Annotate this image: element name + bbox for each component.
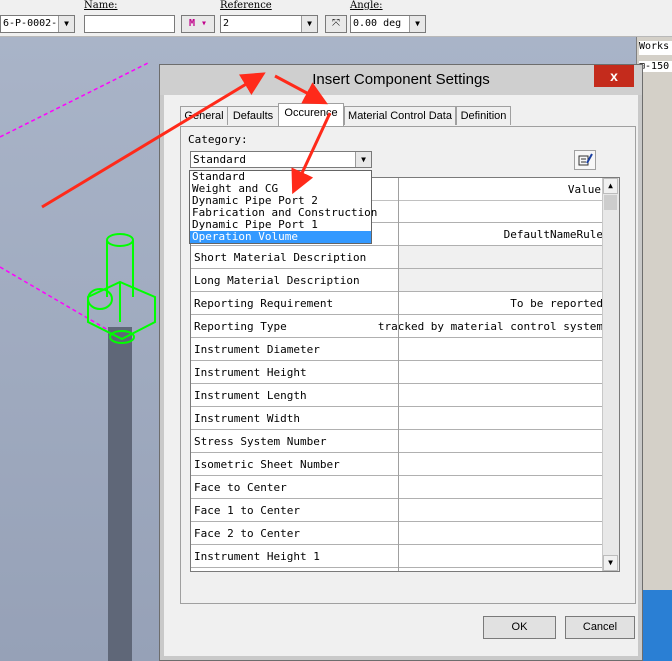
chevron-down-icon[interactable]: ▼: [409, 16, 425, 32]
property-name: Instrument Height: [194, 366, 307, 379]
dropdown-option[interactable]: Operation Volume: [190, 231, 371, 243]
property-name: Face 2 to Center: [194, 527, 300, 540]
workspace-item[interactable]: ⊟-150: [639, 61, 672, 72]
property-name: Instrument Height 1: [194, 550, 320, 563]
chevron-down-icon[interactable]: ▼: [58, 16, 74, 32]
angle-label: Angle:: [350, 0, 383, 11]
guide-line: [0, 266, 121, 338]
tab-general[interactable]: General: [180, 106, 228, 125]
workspace-item-label: 150: [651, 61, 670, 72]
tab-material-control-data[interactable]: Material Control Data: [344, 106, 456, 125]
dialog-titlebar[interactable]: Insert Component Settings x: [160, 65, 642, 95]
grid-scrollbar[interactable]: ▲ ▼: [602, 178, 619, 571]
workspace-title: Works: [639, 41, 672, 55]
close-button[interactable]: x: [594, 65, 634, 87]
pipe-id-combo[interactable]: 6-P-0002-1 ▼: [0, 15, 75, 33]
property-value[interactable]: DefaultNameRule: [504, 228, 603, 241]
chevron-down-icon[interactable]: ▼: [355, 152, 371, 167]
column-separator[interactable]: [398, 178, 399, 571]
edit-properties-icon[interactable]: [574, 150, 596, 170]
ok-button[interactable]: OK: [483, 616, 556, 639]
category-dropdown-list: Standard Weight and CG Dynamic Pipe Port 2…: [189, 170, 377, 244]
scroll-down-icon[interactable]: ▼: [603, 555, 618, 571]
category-value: Standard: [193, 153, 246, 166]
property-name: Short Material Description: [194, 251, 367, 264]
value-column-header: Value: [567, 183, 601, 196]
mark-button[interactable]: M ▾: [181, 15, 215, 33]
property-name: Instrument Width: [194, 412, 300, 425]
tab-defaults[interactable]: Defaults: [227, 106, 279, 125]
top-toolbar: 6-P-0002-1 ▼ Name: M ▾ Reference 2 ▼ ⤧ A…: [0, 0, 672, 37]
name-input[interactable]: [84, 15, 175, 33]
angle-value: 0.00 deg: [353, 18, 402, 29]
property-name: Instrument Length: [194, 389, 307, 402]
reference-value: 2: [223, 18, 230, 29]
cancel-button[interactable]: Cancel: [565, 616, 635, 639]
scroll-up-icon[interactable]: ▲: [603, 178, 618, 194]
property-value[interactable]: tracked by material control system: [378, 320, 603, 333]
properties-icon-graphic: [578, 153, 593, 166]
dialog-title: Insert Component Settings: [312, 71, 490, 88]
readonly-cell: [399, 269, 605, 291]
mark-button-label: M: [188, 18, 195, 29]
property-name: Long Material Description: [194, 274, 360, 287]
insert-component-dialog: Insert Component Settings x General Defa…: [159, 64, 643, 661]
property-name: Reporting Requirement: [194, 297, 334, 310]
category-label: Category:: [188, 133, 248, 146]
scroll-thumb[interactable]: [604, 195, 617, 210]
chevron-down-icon[interactable]: ▼: [301, 16, 317, 32]
property-name: Reporting Type: [194, 320, 287, 333]
reference-combo[interactable]: 2 ▼: [220, 15, 318, 33]
tab-occurence[interactable]: Occurence: [278, 103, 344, 126]
readonly-cell: [399, 246, 605, 268]
property-name: Face 1 to Center: [194, 504, 300, 517]
reference-label: Reference: [220, 0, 272, 11]
component-wireframe: [87, 233, 156, 344]
tab-definition[interactable]: Definition: [456, 106, 511, 125]
property-name: Stress System Number: [194, 435, 327, 448]
property-name: Face to Center: [194, 481, 287, 494]
close-icon: x: [610, 68, 618, 84]
property-value[interactable]: To be reported: [510, 297, 603, 310]
guide-line: [0, 61, 151, 138]
name-label: Name:: [84, 0, 118, 11]
pipe-shape: [108, 327, 132, 661]
pick-angle-icon[interactable]: ⤧: [325, 15, 347, 33]
property-name: Instrument Diameter: [194, 343, 320, 356]
pipe-id-value: 6-P-0002-1: [3, 18, 64, 29]
category-select[interactable]: Standard ▼: [190, 151, 372, 168]
angle-combo[interactable]: 0.00 deg ▼: [350, 15, 426, 33]
property-name: Isometric Sheet Number: [194, 458, 340, 471]
